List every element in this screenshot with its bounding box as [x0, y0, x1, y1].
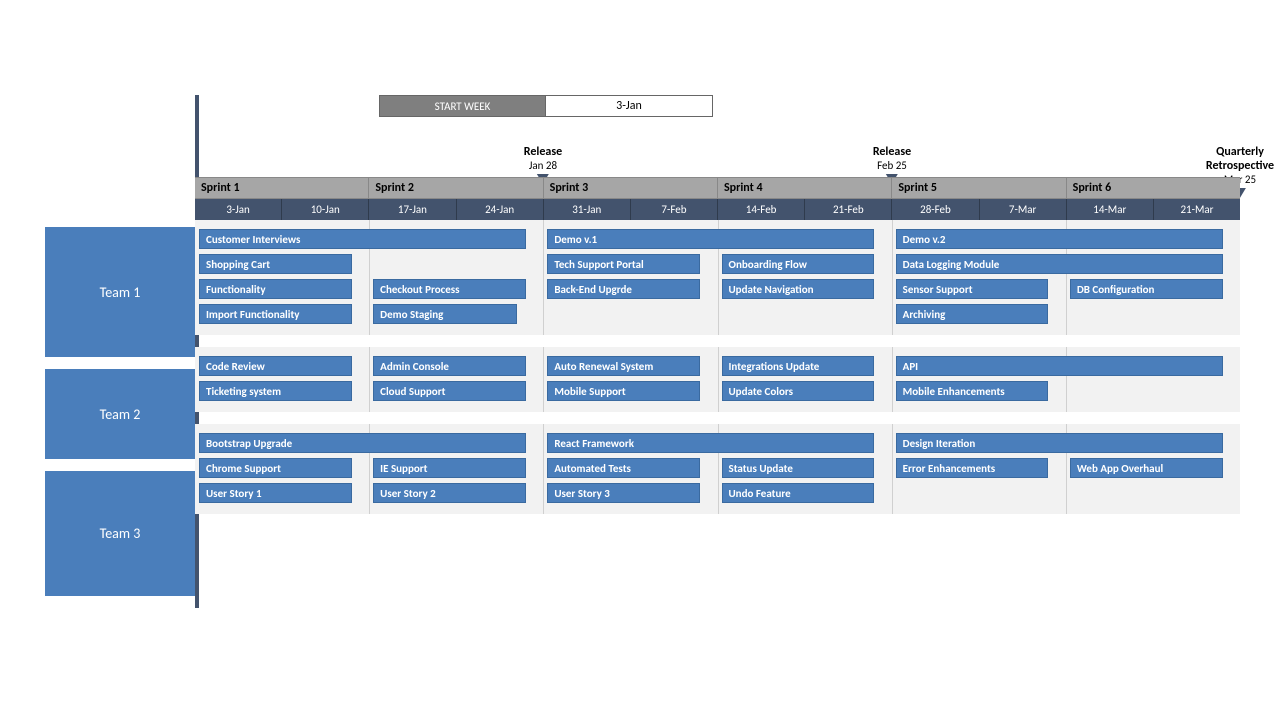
- task-bar[interactable]: Auto Renewal System: [547, 356, 700, 376]
- date-header: 3-Jan10-Jan17-Jan24-Jan31-Jan7-Feb14-Feb…: [195, 199, 1240, 220]
- task-bar[interactable]: Data Logging Module: [896, 254, 1223, 274]
- chart-area: Team 1Team 2Team 3 Sprint 1Sprint 2Sprin…: [45, 177, 1240, 608]
- task-row: User Story 1 User Story 2 User Story 3 Undo…: [195, 483, 1240, 505]
- task-bar[interactable]: Code Review: [199, 356, 352, 376]
- roadmap-container: START WEEK 3-Jan ReleaseJan 28ReleaseFeb…: [45, 95, 1240, 608]
- task-row: Shopping Cart Tech Support Portal Onboardi…: [195, 254, 1240, 276]
- sprint-header-cell: Sprint 3: [543, 178, 717, 198]
- sprint-header: Sprint 1Sprint 2Sprint 3Sprint 4Sprint 5…: [195, 177, 1240, 199]
- sprint-header-cell: Sprint 1: [195, 178, 368, 198]
- task-bar[interactable]: Chrome Support: [199, 458, 352, 478]
- start-week-label: START WEEK: [379, 95, 546, 117]
- task-bar[interactable]: Onboarding Flow: [722, 254, 875, 274]
- task-bar[interactable]: Admin Console: [373, 356, 526, 376]
- task-bar[interactable]: Update Colors: [722, 381, 875, 401]
- date-header-cell: 14-Mar: [1066, 199, 1153, 220]
- task-bar[interactable]: Functionality: [199, 279, 352, 299]
- date-header-cell: 7-Feb: [630, 199, 717, 220]
- task-row: Chrome Support IE Support Automated Tests S…: [195, 458, 1240, 480]
- task-row: Import Functionality Demo Staging Archivin…: [195, 304, 1240, 326]
- task-bar[interactable]: Tech Support Portal: [547, 254, 700, 274]
- task-bar[interactable]: Update Navigation: [722, 279, 875, 299]
- task-bar[interactable]: Back-End Upgrde: [547, 279, 700, 299]
- task-bar[interactable]: Archiving: [896, 304, 1049, 324]
- task-row: Bootstrap Upgrade React Framework Design I…: [195, 433, 1240, 455]
- task-row: Functionality Checkout Process Back-End Up…: [195, 279, 1240, 301]
- sprint-header-cell: Sprint 6: [1066, 178, 1240, 198]
- task-bar[interactable]: Undo Feature: [722, 483, 875, 503]
- task-bar[interactable]: API: [896, 356, 1223, 376]
- task-bar[interactable]: Integrations Update: [722, 356, 875, 376]
- swimlane: Bootstrap Upgrade React Framework Design I…: [195, 424, 1240, 514]
- task-bar[interactable]: Cloud Support: [373, 381, 526, 401]
- milestone-date: Jan 28: [524, 159, 562, 172]
- task-bar[interactable]: Design Iteration: [896, 433, 1223, 453]
- task-row: Ticketing system Cloud Support Mobile Supp…: [195, 381, 1240, 403]
- swimlane: Customer Interviews Demo v.1 Demo v.2 Shopp…: [195, 220, 1240, 335]
- team-label: Team 1: [45, 227, 195, 357]
- task-bar[interactable]: Shopping Cart: [199, 254, 352, 274]
- task-bar[interactable]: User Story 2: [373, 483, 526, 503]
- task-bar[interactable]: DB Configuration: [1070, 279, 1223, 299]
- task-bar[interactable]: Customer Interviews: [199, 229, 526, 249]
- task-row: Code Review Admin Console Auto Renewal Sys…: [195, 356, 1240, 378]
- task-bar[interactable]: Status Update: [722, 458, 875, 478]
- task-bar[interactable]: Demo v.1: [547, 229, 874, 249]
- team-label: Team 2: [45, 369, 195, 459]
- task-bar[interactable]: Demo v.2: [896, 229, 1223, 249]
- timeline-column: Sprint 1Sprint 2Sprint 3Sprint 4Sprint 5…: [195, 177, 1240, 608]
- date-header-cell: 31-Jan: [543, 199, 630, 220]
- start-week-value[interactable]: 3-Jan: [546, 95, 713, 117]
- sprint-header-cell: Sprint 4: [717, 178, 891, 198]
- task-bar[interactable]: Sensor Support: [896, 279, 1049, 299]
- date-header-cell: 21-Mar: [1153, 199, 1240, 220]
- milestone-track: ReleaseJan 28ReleaseFeb 25Quarterly Retr…: [195, 145, 1240, 177]
- date-header-cell: 28-Feb: [891, 199, 978, 220]
- milestone-date: Feb 25: [873, 159, 911, 172]
- task-bar[interactable]: Web App Overhaul: [1070, 458, 1223, 478]
- task-bar[interactable]: React Framework: [547, 433, 874, 453]
- task-row: Customer Interviews Demo v.1 Demo v.2: [195, 229, 1240, 251]
- task-bar[interactable]: User Story 3: [547, 483, 700, 503]
- milestone-title: Release: [524, 145, 562, 159]
- date-header-cell: 10-Jan: [281, 199, 368, 220]
- swimlane: Code Review Admin Console Auto Renewal Sys…: [195, 347, 1240, 412]
- sprint-header-cell: Sprint 2: [368, 178, 542, 198]
- task-bar[interactable]: Demo Staging: [373, 304, 517, 324]
- date-header-cell: 21-Feb: [804, 199, 891, 220]
- task-bar[interactable]: Bootstrap Upgrade: [199, 433, 526, 453]
- date-header-cell: 7-Mar: [979, 199, 1066, 220]
- team-column: Team 1 Team 2 Team 3: [45, 177, 195, 608]
- sprint-header-cell: Sprint 5: [891, 178, 1065, 198]
- task-bar[interactable]: Mobile Support: [547, 381, 700, 401]
- date-header-cell: 14-Feb: [717, 199, 804, 220]
- team-label: Team 3: [45, 471, 195, 596]
- milestone-title: Release: [873, 145, 911, 159]
- date-header-cell: 3-Jan: [195, 199, 281, 220]
- task-bar[interactable]: Checkout Process: [373, 279, 526, 299]
- date-header-cell: 24-Jan: [456, 199, 543, 220]
- task-bar[interactable]: Mobile Enhancements: [896, 381, 1049, 401]
- swimlanes: Customer Interviews Demo v.1 Demo v.2 Shopp…: [195, 220, 1240, 514]
- task-bar[interactable]: Import Functionality: [199, 304, 352, 324]
- task-bar[interactable]: User Story 1: [199, 483, 352, 503]
- task-bar[interactable]: Error Enhancements: [896, 458, 1049, 478]
- task-bar[interactable]: Automated Tests: [547, 458, 700, 478]
- date-header-cell: 17-Jan: [368, 199, 455, 220]
- task-bar[interactable]: IE Support: [373, 458, 526, 478]
- milestone-title: Quarterly Retrospective: [1206, 145, 1274, 173]
- task-bar[interactable]: Ticketing system: [199, 381, 352, 401]
- start-week-control: START WEEK 3-Jan: [379, 95, 1240, 117]
